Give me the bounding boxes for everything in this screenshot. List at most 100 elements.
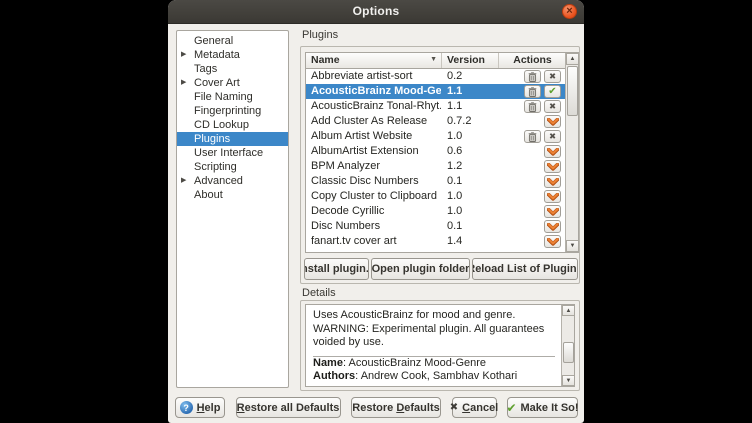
- plugin-version-cell: 1.0: [447, 129, 497, 144]
- plugin-version-cell: 1.0: [447, 189, 497, 204]
- download-plugin-button[interactable]: [544, 235, 561, 248]
- open-plugin-folder-button[interactable]: Open plugin folder: [371, 258, 470, 280]
- uninstall-plugin-button[interactable]: [524, 100, 541, 113]
- plugins-table-body: Abbreviate artist-sort0.2✖AcousticBrainz…: [306, 69, 566, 249]
- options-dialog: Options × General▶MetadataTags ▶ Cover Art…: [168, 0, 584, 423]
- expand-arrow-icon[interactable]: ▶: [181, 174, 186, 188]
- plugin-row[interactable]: BPM Analyzer1.2: [306, 159, 566, 174]
- uninstall-plugin-button[interactable]: [524, 70, 541, 83]
- uninstall-plugin-button[interactable]: [524, 85, 541, 98]
- download-plugin-button[interactable]: [544, 115, 561, 128]
- plugin-row[interactable]: Copy Cluster to Clipboard1.0: [306, 189, 566, 204]
- cancel-button[interactable]: ✖ Cancel: [452, 397, 497, 418]
- restore-all-defaults-button[interactable]: Restore all Defaults: [236, 397, 341, 418]
- sidebar-item-advanced[interactable]: ▶Advanced: [177, 174, 288, 188]
- plugin-version-cell: 1.4: [447, 234, 497, 249]
- expand-arrow-icon[interactable]: ▶: [181, 48, 186, 62]
- plugin-row[interactable]: Add Cluster As Release0.7.2: [306, 114, 566, 129]
- disable-plugin-button[interactable]: ✖: [544, 100, 561, 113]
- sidebar-item-user-interface[interactable]: User Interface: [177, 146, 288, 160]
- column-header-name-label: Name: [311, 54, 340, 66]
- sidebar-item-cover-art[interactable]: ▶ Cover Art: [177, 76, 288, 90]
- column-header-actions[interactable]: Actions: [499, 53, 566, 68]
- plugin-row[interactable]: AcousticBrainz Tonal-Rhyt...1.1✖: [306, 99, 566, 114]
- plugin-row[interactable]: AcousticBrainz Mood-Ge... 1.1 ✔: [306, 84, 566, 99]
- window-title: Options: [168, 4, 584, 18]
- sidebar-item-scripting[interactable]: Scripting: [177, 160, 288, 174]
- plugin-name-line: Name: AcousticBrainz Mood-Genre: [313, 357, 555, 371]
- disable-plugin-button[interactable]: ✖: [544, 70, 561, 83]
- scroll-up-icon[interactable]: ▲: [562, 305, 575, 316]
- download-chevron-icon: [547, 193, 559, 201]
- plugins-table: Name ▼ Version Actions Abbreviate artist…: [305, 52, 579, 253]
- sidebar-item-cd-lookup[interactable]: CD Lookup: [177, 118, 288, 132]
- trash-icon: [528, 87, 537, 97]
- plugins-table-header: Name ▼ Version Actions: [306, 53, 566, 69]
- close-icon: ×: [566, 6, 572, 17]
- sidebar-item-label: File Naming: [194, 91, 253, 103]
- disable-plugin-button[interactable]: ✖: [544, 130, 561, 143]
- sidebar-item-label: Tags: [194, 63, 217, 75]
- enable-plugin-button[interactable]: ✔: [544, 85, 561, 98]
- install-plugin-button[interactable]: Install plugin...: [304, 258, 369, 280]
- options-nav-list: General▶MetadataTags ▶ Cover Art File Namin…: [176, 30, 289, 388]
- restore-defaults-button[interactable]: Restore Defaults: [351, 397, 441, 418]
- download-plugin-button[interactable]: [544, 190, 561, 203]
- column-header-version[interactable]: Version: [442, 53, 499, 68]
- expand-arrow-icon[interactable]: ▶: [181, 76, 186, 90]
- sidebar-item-fingerprinting[interactable]: Fingerprinting: [177, 104, 288, 118]
- plugins-group-frame: Name ▼ Version Actions Abbreviate artist…: [300, 46, 580, 284]
- help-button[interactable]: ? Help: [175, 397, 225, 418]
- plugin-details-pane: Uses AcousticBrainz for mood and genre. …: [305, 304, 575, 387]
- scrollbar-thumb[interactable]: [567, 66, 578, 116]
- sidebar-item-file-naming[interactable]: File Naming: [177, 90, 288, 104]
- plugin-row[interactable]: Abbreviate artist-sort0.2✖: [306, 69, 566, 84]
- uninstall-plugin-button[interactable]: [524, 130, 541, 143]
- sidebar-item-tags[interactable]: Tags: [177, 62, 288, 76]
- sidebar-item-label: User Interface: [194, 147, 263, 159]
- plugin-name-value: AcousticBrainz Mood-Genre: [348, 357, 486, 369]
- sidebar-item-metadata[interactable]: ▶Metadata: [177, 48, 288, 62]
- plugin-row[interactable]: Classic Disc Numbers0.1: [306, 174, 566, 189]
- scroll-down-icon[interactable]: ▼: [566, 240, 579, 252]
- plugin-name-cell: AcousticBrainz Mood-Ge...: [311, 84, 441, 99]
- scroll-down-icon[interactable]: ▼: [562, 375, 575, 386]
- titlebar[interactable]: Options ×: [168, 0, 584, 24]
- download-plugin-button[interactable]: [544, 145, 561, 158]
- plugin-actions-cell: ✖: [499, 129, 565, 144]
- x-icon: ✖: [549, 72, 556, 81]
- close-button[interactable]: ×: [562, 4, 577, 19]
- download-plugin-button[interactable]: [544, 160, 561, 173]
- scroll-up-icon[interactable]: ▲: [566, 53, 579, 65]
- cancel-label: Cancel: [462, 402, 498, 414]
- plugin-row[interactable]: Decode Cyrillic1.0: [306, 204, 566, 219]
- download-chevron-icon: [547, 223, 559, 231]
- sidebar-item-about[interactable]: About: [177, 188, 288, 202]
- plugin-row[interactable]: fanart.tv cover art1.4: [306, 234, 566, 249]
- make-it-so-label: Make It So!: [521, 402, 579, 414]
- plugin-row[interactable]: Album Artist Website1.0✖: [306, 129, 566, 144]
- reload-plugin-list-button[interactable]: Reload List of Plugins: [472, 258, 578, 280]
- plugin-name-cell: Add Cluster As Release: [311, 114, 441, 129]
- plugin-version-cell: 1.0: [447, 204, 497, 219]
- plugin-authors-value: Andrew Cook, Sambhav Kothari: [361, 370, 518, 382]
- column-header-name[interactable]: Name ▼: [306, 53, 442, 68]
- check-icon: ✔: [548, 87, 556, 97]
- details-scrollbar[interactable]: ▲ ▼: [561, 305, 574, 386]
- download-plugin-button[interactable]: [544, 220, 561, 233]
- plugin-actions-cell: [499, 189, 565, 204]
- plugin-authors-label: Authors: [313, 370, 355, 382]
- plugin-version-cell: 1.1: [447, 84, 497, 99]
- plugin-authors-line: Authors: Andrew Cook, Sambhav Kothari: [313, 370, 555, 384]
- plugin-row[interactable]: AlbumArtist Extension0.6: [306, 144, 566, 159]
- make-it-so-button[interactable]: ✔ Make It So!: [507, 397, 578, 418]
- sidebar-item-general[interactable]: General: [177, 34, 288, 48]
- plugin-row[interactable]: Disc Numbers0.1: [306, 219, 566, 234]
- download-plugin-button[interactable]: [544, 205, 561, 218]
- sidebar-item-plugins[interactable]: Plugins: [177, 132, 288, 146]
- scrollbar-thumb[interactable]: [563, 342, 574, 363]
- download-chevron-icon: [547, 238, 559, 246]
- sidebar-item-label: Cover Art: [194, 77, 240, 89]
- plugins-table-scrollbar[interactable]: ▲ ▼: [565, 53, 578, 252]
- download-plugin-button[interactable]: [544, 175, 561, 188]
